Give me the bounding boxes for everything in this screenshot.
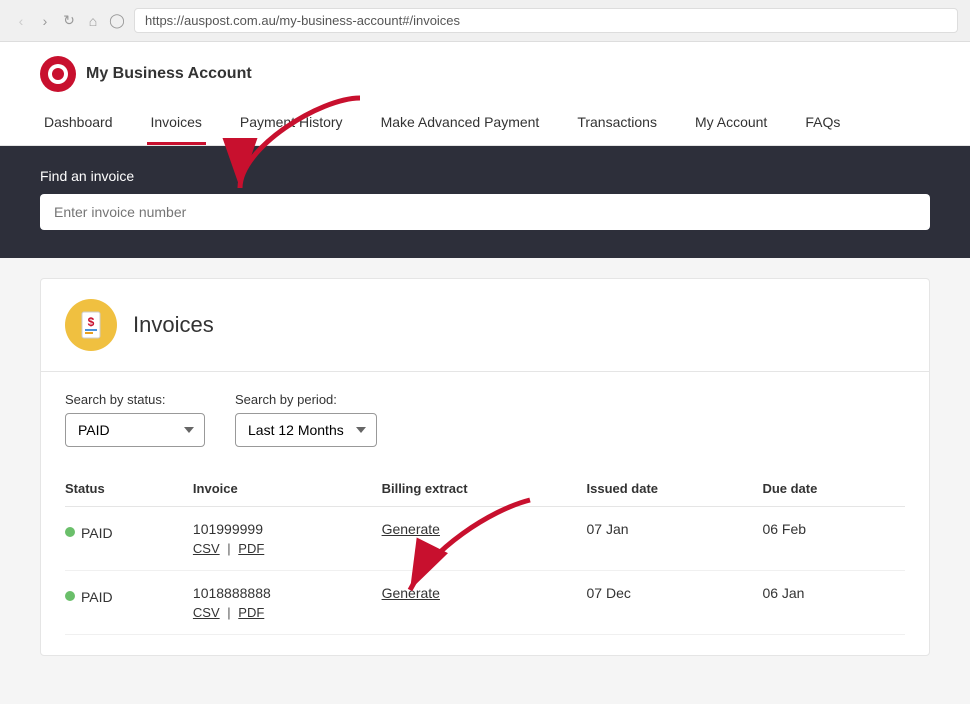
- svg-text:$: $: [88, 315, 95, 329]
- status-filter-group: Search by status: PAID: [65, 392, 205, 447]
- site-header: My Business Account Dashboard Invoices P…: [0, 42, 970, 146]
- nav-my-account[interactable]: My Account: [691, 102, 771, 145]
- address-bar[interactable]: https://auspost.com.au/my-business-accou…: [134, 8, 958, 33]
- browser-chrome: ‹ › ↻ ⌂ ◯ https://auspost.com.au/my-busi…: [0, 0, 970, 42]
- nav-invoices[interactable]: Invoices: [147, 102, 206, 145]
- search-input-wrapper[interactable]: [40, 194, 930, 230]
- status-filter-label: Search by status:: [65, 392, 205, 407]
- divider: |: [227, 541, 230, 556]
- row2-status: PAID: [81, 589, 113, 605]
- status-filter-select[interactable]: PAID: [65, 413, 205, 447]
- search-banner: Find an invoice: [0, 146, 970, 258]
- brand-row: My Business Account: [40, 42, 930, 102]
- row2-generate-link[interactable]: Generate: [382, 585, 440, 601]
- status-dot: [65, 527, 75, 537]
- nav-faqs[interactable]: FAQs: [801, 102, 844, 145]
- invoice-search-input[interactable]: [54, 204, 916, 220]
- invoices-card: $ Invoices Search by status: PAID: [40, 278, 930, 656]
- row2-issued-cell: 07 Dec: [587, 571, 763, 635]
- row2-invoice-cell: 1018888888 CSV | PDF: [193, 571, 382, 635]
- invoice-icon: $: [65, 299, 117, 351]
- bookmark-button[interactable]: ◯: [108, 12, 126, 30]
- row1-billing-cell: Generate: [382, 507, 587, 571]
- row2-status-cell: PAID: [65, 571, 193, 635]
- row1-status: PAID: [81, 525, 113, 541]
- col-invoice: Invoice: [193, 471, 382, 507]
- card-body: Search by status: PAID Search by period:…: [41, 372, 929, 655]
- search-label: Find an invoice: [40, 168, 930, 184]
- forward-button[interactable]: ›: [36, 12, 54, 30]
- main-content: $ Invoices Search by status: PAID: [0, 258, 970, 676]
- nav-make-advanced-payment[interactable]: Make Advanced Payment: [377, 102, 544, 145]
- col-due: Due date: [762, 471, 905, 507]
- table-row: PAID 101999999 CSV | PDF: [65, 507, 905, 571]
- nav-dashboard[interactable]: Dashboard: [40, 102, 117, 145]
- auspost-logo: [40, 56, 76, 92]
- col-issued: Issued date: [587, 471, 763, 507]
- page-title: Invoices: [133, 312, 214, 338]
- row1-pdf-link[interactable]: PDF: [238, 541, 264, 556]
- nav-transactions[interactable]: Transactions: [573, 102, 661, 145]
- period-filter-select[interactable]: Last 12 Months: [235, 413, 377, 447]
- row1-due-cell: 06 Feb: [762, 507, 905, 571]
- brand-title: My Business Account: [86, 65, 252, 83]
- row2-pdf-link[interactable]: PDF: [238, 605, 264, 620]
- col-billing: Billing extract: [382, 471, 587, 507]
- row1-invoice-number: 101999999: [193, 521, 366, 537]
- row1-generate-link[interactable]: Generate: [382, 521, 440, 537]
- url-text: https://auspost.com.au/my-business-accou…: [145, 13, 460, 28]
- main-nav: Dashboard Invoices Payment History Make …: [40, 102, 930, 145]
- status-dot: [65, 591, 75, 601]
- nav-payment-history[interactable]: Payment History: [236, 102, 347, 145]
- refresh-button[interactable]: ↻: [60, 12, 78, 30]
- back-button[interactable]: ‹: [12, 12, 30, 30]
- row2-invoice-links: CSV | PDF: [193, 605, 366, 620]
- row1-invoice-cell: 101999999 CSV | PDF: [193, 507, 382, 571]
- row1-invoice-links: CSV | PDF: [193, 541, 366, 556]
- divider: |: [227, 605, 230, 620]
- filters-row: Search by status: PAID Search by period:…: [65, 392, 905, 447]
- browser-controls: ‹ › ↻ ⌂ ◯: [12, 12, 126, 30]
- row2-due-cell: 06 Jan: [762, 571, 905, 635]
- row1-csv-link[interactable]: CSV: [193, 541, 220, 556]
- table-row: PAID 1018888888 CSV | PDF: [65, 571, 905, 635]
- card-header: $ Invoices: [41, 279, 929, 372]
- row1-issued-cell: 07 Jan: [587, 507, 763, 571]
- row2-billing-cell: Generate: [382, 571, 587, 635]
- home-button[interactable]: ⌂: [84, 12, 102, 30]
- row2-invoice-number: 1018888888: [193, 585, 366, 601]
- row2-csv-link[interactable]: CSV: [193, 605, 220, 620]
- period-filter-group: Search by period: Last 12 Months: [235, 392, 377, 447]
- row1-status-cell: PAID: [65, 507, 193, 571]
- col-status: Status: [65, 471, 193, 507]
- invoices-table: Status Invoice Billing extract Issued da…: [65, 471, 905, 635]
- period-filter-label: Search by period:: [235, 392, 377, 407]
